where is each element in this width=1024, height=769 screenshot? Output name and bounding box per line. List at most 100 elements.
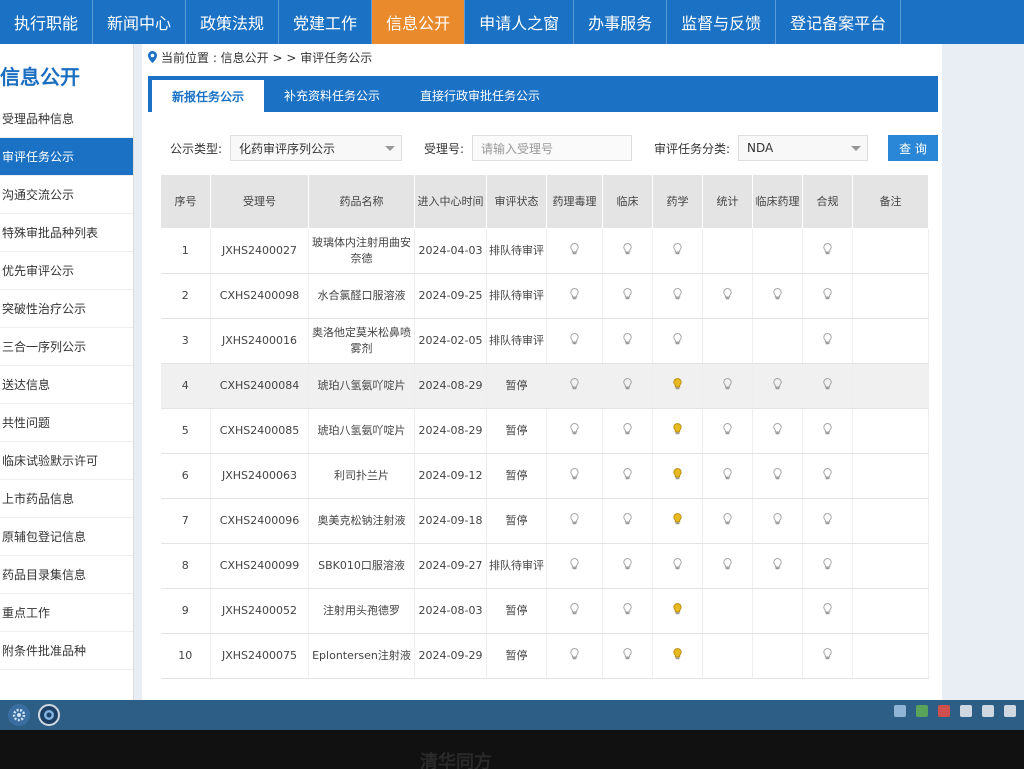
cell-light (652, 318, 703, 364)
cell-light (602, 588, 653, 634)
cell-status: 暂停 (486, 363, 547, 409)
nav-item-6[interactable]: 办事服务 (574, 0, 668, 44)
column-header: 临床药理 (752, 174, 803, 229)
sidebar-item-8[interactable]: 共性问题 (0, 404, 133, 442)
cell-light (702, 318, 753, 364)
sidebar-item-4[interactable]: 优先审评公示 (0, 252, 133, 290)
sidebar-list: 受理品种信息 审评任务公示 沟通交流公示 特殊审批品种列表 优先审评公示 突破性治疗公示三… (0, 100, 133, 670)
sidebar-item-2[interactable]: 沟通交流公示 (0, 176, 133, 214)
table-row[interactable]: 10 JXHS2400075 Eplontersen注射液 2024-09-29 暂停 (160, 633, 929, 679)
sidebar-item-13[interactable]: 重点工作 (0, 594, 133, 632)
sidebar-item-0[interactable]: 受理品种信息 (0, 100, 133, 138)
lightbulb-off-icon (570, 467, 579, 479)
type-select[interactable]: 化药审评序列公示 (230, 135, 402, 161)
cell-name: 奥美克松钠注射液 (308, 498, 415, 544)
sidebar-item-3[interactable]: 特殊审批品种列表 (0, 214, 133, 252)
cell-light (702, 543, 753, 589)
cell-light (602, 633, 653, 679)
cell-light (652, 228, 703, 274)
sidebar-item-7[interactable]: 送达信息 (0, 366, 133, 404)
hp-icon[interactable] (894, 705, 906, 717)
type-label: 公示类型: (170, 141, 223, 156)
lightbulb-off-icon (823, 467, 832, 479)
nav-item-1[interactable]: 新闻中心 (93, 0, 187, 44)
cell-acc: JXHS2400063 (210, 453, 309, 499)
cell-status: 排队待审评 (486, 318, 547, 364)
lightbulb-off-icon (623, 602, 632, 614)
cell-light (752, 588, 803, 634)
sidebar-item-14[interactable]: 附条件批准品种 (0, 632, 133, 670)
table-row[interactable]: 8 CXHS2400099 SBK010口服溶液 2024-09-27 排队待审评 (160, 543, 929, 589)
lightbulb-on-icon (673, 512, 682, 524)
cell-light (702, 498, 753, 544)
table-row[interactable]: 1 JXHS2400027 玻璃体内注射用曲安奈德 2024-04-03 排队待审评 (160, 228, 929, 274)
sidebar-item-1[interactable]: 审评任务公示 (0, 138, 133, 176)
nav-item-4[interactable]: 信息公开 (372, 0, 466, 44)
lightbulb-off-icon (773, 512, 782, 524)
cell-name: 注射用头孢德罗 (308, 588, 415, 634)
nav-item-8[interactable]: 登记备案平台 (776, 0, 902, 44)
cell-light (702, 588, 753, 634)
sidebar-item-5[interactable]: 突破性治疗公示 (0, 290, 133, 328)
cell-no: 9 (160, 588, 211, 634)
cell-light (602, 408, 653, 454)
lightbulb-off-icon (723, 287, 732, 299)
lightbulb-off-icon (773, 422, 782, 434)
pen-icon[interactable] (982, 705, 994, 717)
sidebar-item-9[interactable]: 临床试验默示许可 (0, 442, 133, 480)
cell-date: 2024-09-12 (414, 453, 487, 499)
nav-item-7[interactable]: 监督与反馈 (667, 0, 777, 44)
cell-date: 2024-08-29 (414, 363, 487, 409)
cell-light (752, 273, 803, 319)
tab-0[interactable]: 新报任务公示 (152, 78, 265, 112)
cell-acc: JXHS2400052 (210, 588, 309, 634)
cell-light (652, 543, 703, 589)
table-row[interactable]: 4 CXHS2400084 琥珀八氢氨吖啶片 2024-08-29 暂停 (160, 363, 929, 409)
cell-light (802, 543, 853, 589)
cell-status: 暂停 (486, 633, 547, 679)
monitor-bezel: 清华同方 (0, 730, 1024, 769)
cell-light (802, 453, 853, 499)
accept-no-input[interactable]: 请输入受理号 (472, 135, 632, 161)
accept-no-label: 受理号: (424, 141, 465, 156)
sidebar-item-10[interactable]: 上市药品信息 (0, 480, 133, 518)
speaker-icon[interactable] (960, 705, 972, 717)
nav-item-2[interactable]: 政策法规 (186, 0, 280, 44)
table-row[interactable]: 5 CXHS2400085 琥珀八氢氨吖啶片 2024-08-29 暂停 (160, 408, 929, 454)
cell-light (602, 453, 653, 499)
table-row[interactable]: 2 CXHS2400098 水合氯醛口服溶液 2024-09-25 排队待审评 (160, 273, 929, 319)
query-button[interactable]: 查 询 (888, 135, 938, 161)
table-row[interactable]: 6 JXHS2400063 利司扑兰片 2024-09-12 暂停 (160, 453, 929, 499)
shield-icon[interactable] (916, 705, 928, 717)
column-header: 进入中心时间 (414, 174, 487, 229)
cell-remark (852, 633, 929, 679)
nav-item-3[interactable]: 党建工作 (279, 0, 373, 44)
category-select-value: NDA (747, 141, 774, 155)
nav-item-5[interactable]: 申请人之窗 (465, 0, 575, 44)
lightbulb-off-icon (823, 602, 832, 614)
sidebar-item-11[interactable]: 原辅包登记信息 (0, 518, 133, 556)
table-row[interactable]: 9 JXHS2400052 注射用头孢德罗 2024-08-03 暂停 (160, 588, 929, 634)
sidebar-item-6[interactable]: 三合一序列公示 (0, 328, 133, 366)
nav-item-0[interactable]: 执行职能 (0, 0, 94, 44)
cell-no: 5 (160, 408, 211, 454)
cell-light (702, 453, 753, 499)
browser-icon[interactable] (38, 704, 60, 726)
sidebar-title: 信息公开 (0, 64, 80, 89)
category-select[interactable]: NDA (738, 135, 869, 161)
cell-light (546, 318, 603, 364)
cell-light (752, 318, 803, 364)
cell-acc: JXHS2400016 (210, 318, 309, 364)
sidebar-item-12[interactable]: 药品目录集信息 (0, 556, 133, 594)
table-row[interactable]: 7 CXHS2400096 奥美克松钠注射液 2024-09-18 暂停 (160, 498, 929, 544)
notification-icon[interactable] (1004, 705, 1016, 717)
lightbulb-off-icon (570, 602, 579, 614)
os-taskbar (0, 700, 1024, 730)
app-tray-icon[interactable] (938, 705, 950, 717)
tab-2[interactable]: 直接行政审批任务公示 (400, 78, 560, 112)
tab-1[interactable]: 补充资料任务公示 (264, 78, 400, 112)
lightbulb-off-icon (823, 242, 832, 254)
start-gear-icon[interactable] (8, 704, 30, 726)
lightbulb-off-icon (723, 377, 732, 389)
table-row[interactable]: 3 JXHS2400016 奥洛他定莫米松鼻喷雾剂 2024-02-05 排队待审评 (160, 318, 929, 364)
